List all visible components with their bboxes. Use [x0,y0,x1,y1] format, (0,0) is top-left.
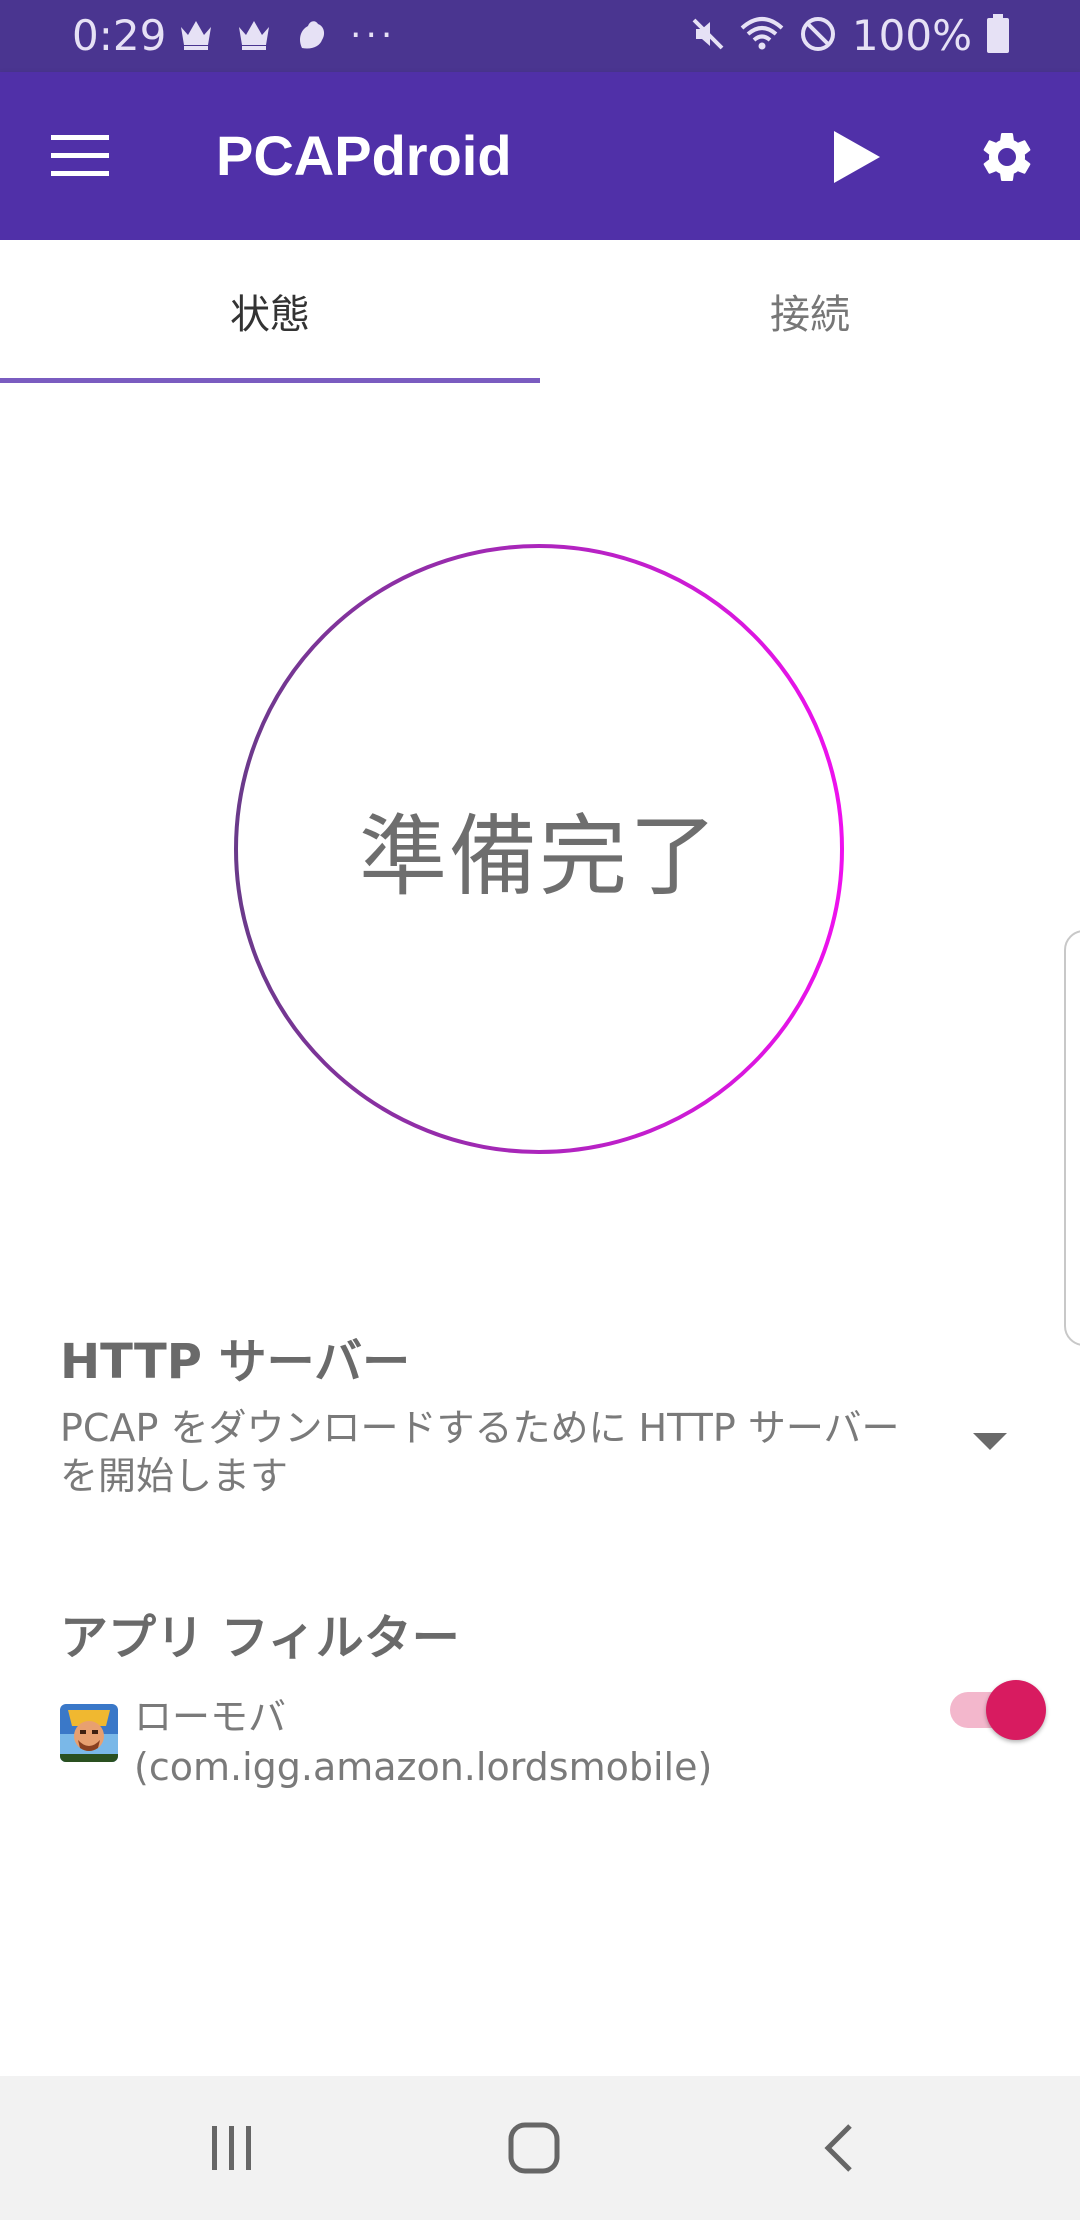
edge-panel-handle[interactable] [1064,930,1080,1346]
pcapdroid-screen: 0:29 ··· 100% PCAPdroid 状態 接続 準備完了 HTTP … [0,0,1080,2220]
battery-percent: 100% [851,11,972,60]
filter-app-row: ローモバ (com.igg.amazon.lordsmobile) [60,1692,712,1792]
capture-status-circle[interactable]: 準備完了 [232,542,846,1156]
mute-icon [690,16,726,56]
app-filter-title: アプリ フィルター [60,1610,460,1666]
battery-icon [986,14,1010,58]
filter-app-name: ローモバ [134,1695,287,1739]
http-server-title: HTTP サーバー [60,1334,411,1390]
tab-connections[interactable]: 接続 [540,240,1080,382]
recents-icon [212,2126,251,2170]
wifi-icon [740,16,784,56]
app-filter-toggle[interactable] [944,1672,1046,1742]
do-not-disturb-icon [798,14,838,58]
settings-button[interactable] [962,112,1052,202]
status-icons-left: ··· [178,12,418,60]
crown-icon [178,17,214,55]
dropdown-arrow-icon [973,1433,1007,1450]
filter-app-package: (com.igg.amazon.lordsmobile) [134,1745,713,1789]
status-bar: 0:29 ··· 100% [0,0,1080,72]
tab-bar: 状態 接続 [0,240,1080,382]
menu-button[interactable] [40,116,120,196]
http-server-description: PCAP をダウンロードするために HTTP サーバーを開始します [60,1406,900,1498]
app-icon [60,1704,118,1762]
app-filter-setting[interactable]: アプリ フィルター ローモバ (com.igg.amazon.lordsmobi… [60,1608,1050,1798]
home-button[interactable] [494,2108,574,2188]
http-server-setting[interactable]: HTTP サーバー PCAP をダウンロードするために HTTP サーバーを開始… [60,1332,1020,1522]
status-time: 0:29 [72,11,167,60]
tab-indicator [0,378,540,383]
toggle-thumb [986,1680,1046,1740]
tab-status[interactable]: 状態 [0,240,540,382]
hamburger-menu-icon [51,135,109,176]
app-name-block: ローモバ (com.igg.amazon.lordsmobile) [134,1692,712,1792]
back-icon [824,2124,852,2172]
navigation-bar [0,2076,1080,2220]
recents-button[interactable] [192,2108,272,2188]
status-text: 準備完了 [358,804,719,908]
home-icon [508,2122,560,2174]
status-icons-right: 100% [676,12,1010,60]
app-title: PCAPdroid [216,124,512,187]
gear-icon [983,132,1031,181]
notification-app-icon [294,16,328,56]
crown-icon [236,17,272,55]
overflow-dots: ··· [350,15,397,56]
http-server-dropdown[interactable] [960,1412,1020,1472]
app-bar: PCAPdroid [0,72,1080,240]
start-capture-button[interactable] [812,112,902,202]
back-button[interactable] [798,2108,878,2188]
play-icon [834,131,880,183]
